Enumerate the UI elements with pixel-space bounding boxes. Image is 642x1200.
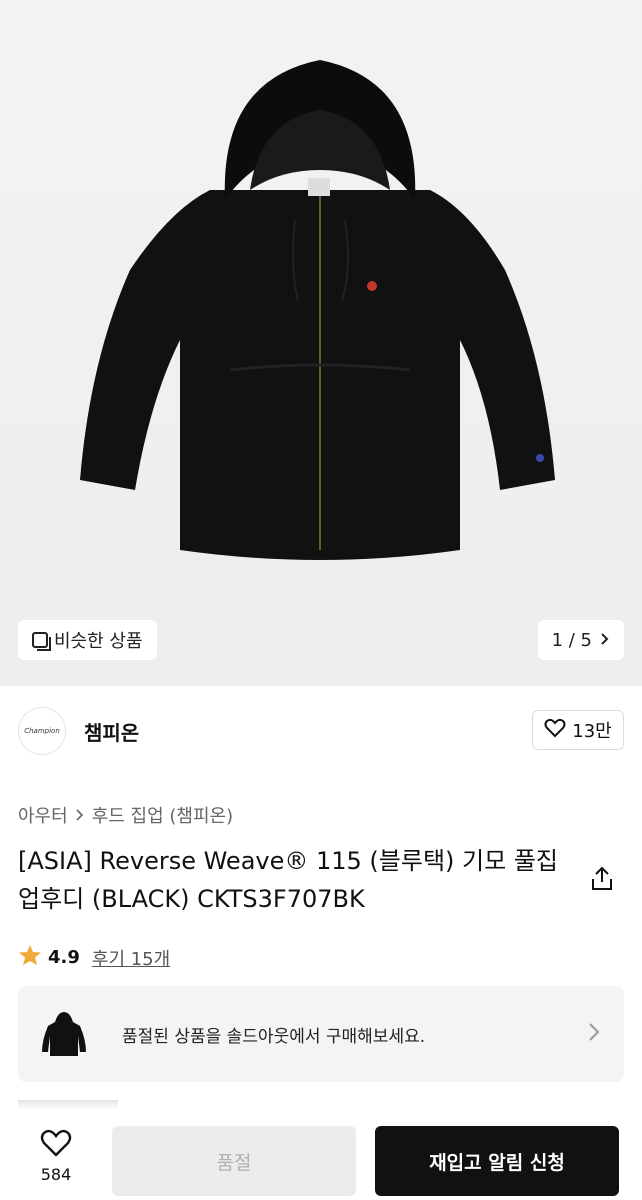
breadcrumb-subcategory[interactable]: 후드 집업 (챔피온) xyxy=(92,802,233,828)
pager-text: 1 / 5 xyxy=(551,629,592,651)
chevron-right-icon xyxy=(76,805,84,826)
brand-name[interactable]: 챔피온 xyxy=(84,717,139,746)
brand-like-count: 13만 xyxy=(572,721,612,742)
bottom-action-bar: 584 품절 재입고 알림 신청 xyxy=(0,1112,642,1200)
soldout-banner-message: 품절된 상품을 솔드아웃에서 구매해보세요. xyxy=(122,1026,426,1047)
similar-icon xyxy=(32,632,51,651)
banner-thumbnail xyxy=(36,1006,92,1062)
similar-products-button[interactable]: 비슷한 상품 xyxy=(18,620,157,660)
content-peek xyxy=(18,1100,118,1110)
share-icon[interactable] xyxy=(590,866,614,896)
brand-like-button[interactable]: 13만 xyxy=(532,710,624,750)
product-rating: 4.9 후기 15개 xyxy=(18,944,170,971)
similar-products-label: 비슷한 상품 xyxy=(54,631,143,652)
soldout-banner[interactable]: 품절된 상품을 솔드아웃에서 구매해보세요. xyxy=(18,986,624,1082)
product-title: [ASIA] Reverse Weave® 115 (블루택) 기모 풀집업후디… xyxy=(18,847,558,913)
brand-row: Champion 챔피온 13만 xyxy=(0,686,642,776)
heart-icon xyxy=(40,1129,72,1161)
brand-logo[interactable]: Champion xyxy=(18,707,66,755)
product-image-gallery[interactable]: 비슷한 상품 1 / 5 xyxy=(0,0,642,686)
soldout-button[interactable]: 품절 xyxy=(112,1126,356,1196)
like-count: 584 xyxy=(40,1164,72,1184)
chevron-right-icon xyxy=(600,630,610,651)
product-image xyxy=(80,60,555,560)
heart-icon xyxy=(544,718,566,743)
restock-alert-button[interactable]: 재입고 알림 신청 xyxy=(375,1126,619,1196)
rating-score: 4.9 xyxy=(48,947,80,968)
like-button[interactable]: 584 xyxy=(18,1129,94,1184)
chevron-right-icon xyxy=(588,1022,600,1046)
breadcrumb-category[interactable]: 아우터 xyxy=(18,802,68,828)
breadcrumb: 아우터 후드 집업 (챔피온) xyxy=(18,802,233,828)
review-count-link[interactable]: 후기 15개 xyxy=(92,945,170,971)
image-pager[interactable]: 1 / 5 xyxy=(537,620,624,660)
star-icon xyxy=(18,944,42,971)
